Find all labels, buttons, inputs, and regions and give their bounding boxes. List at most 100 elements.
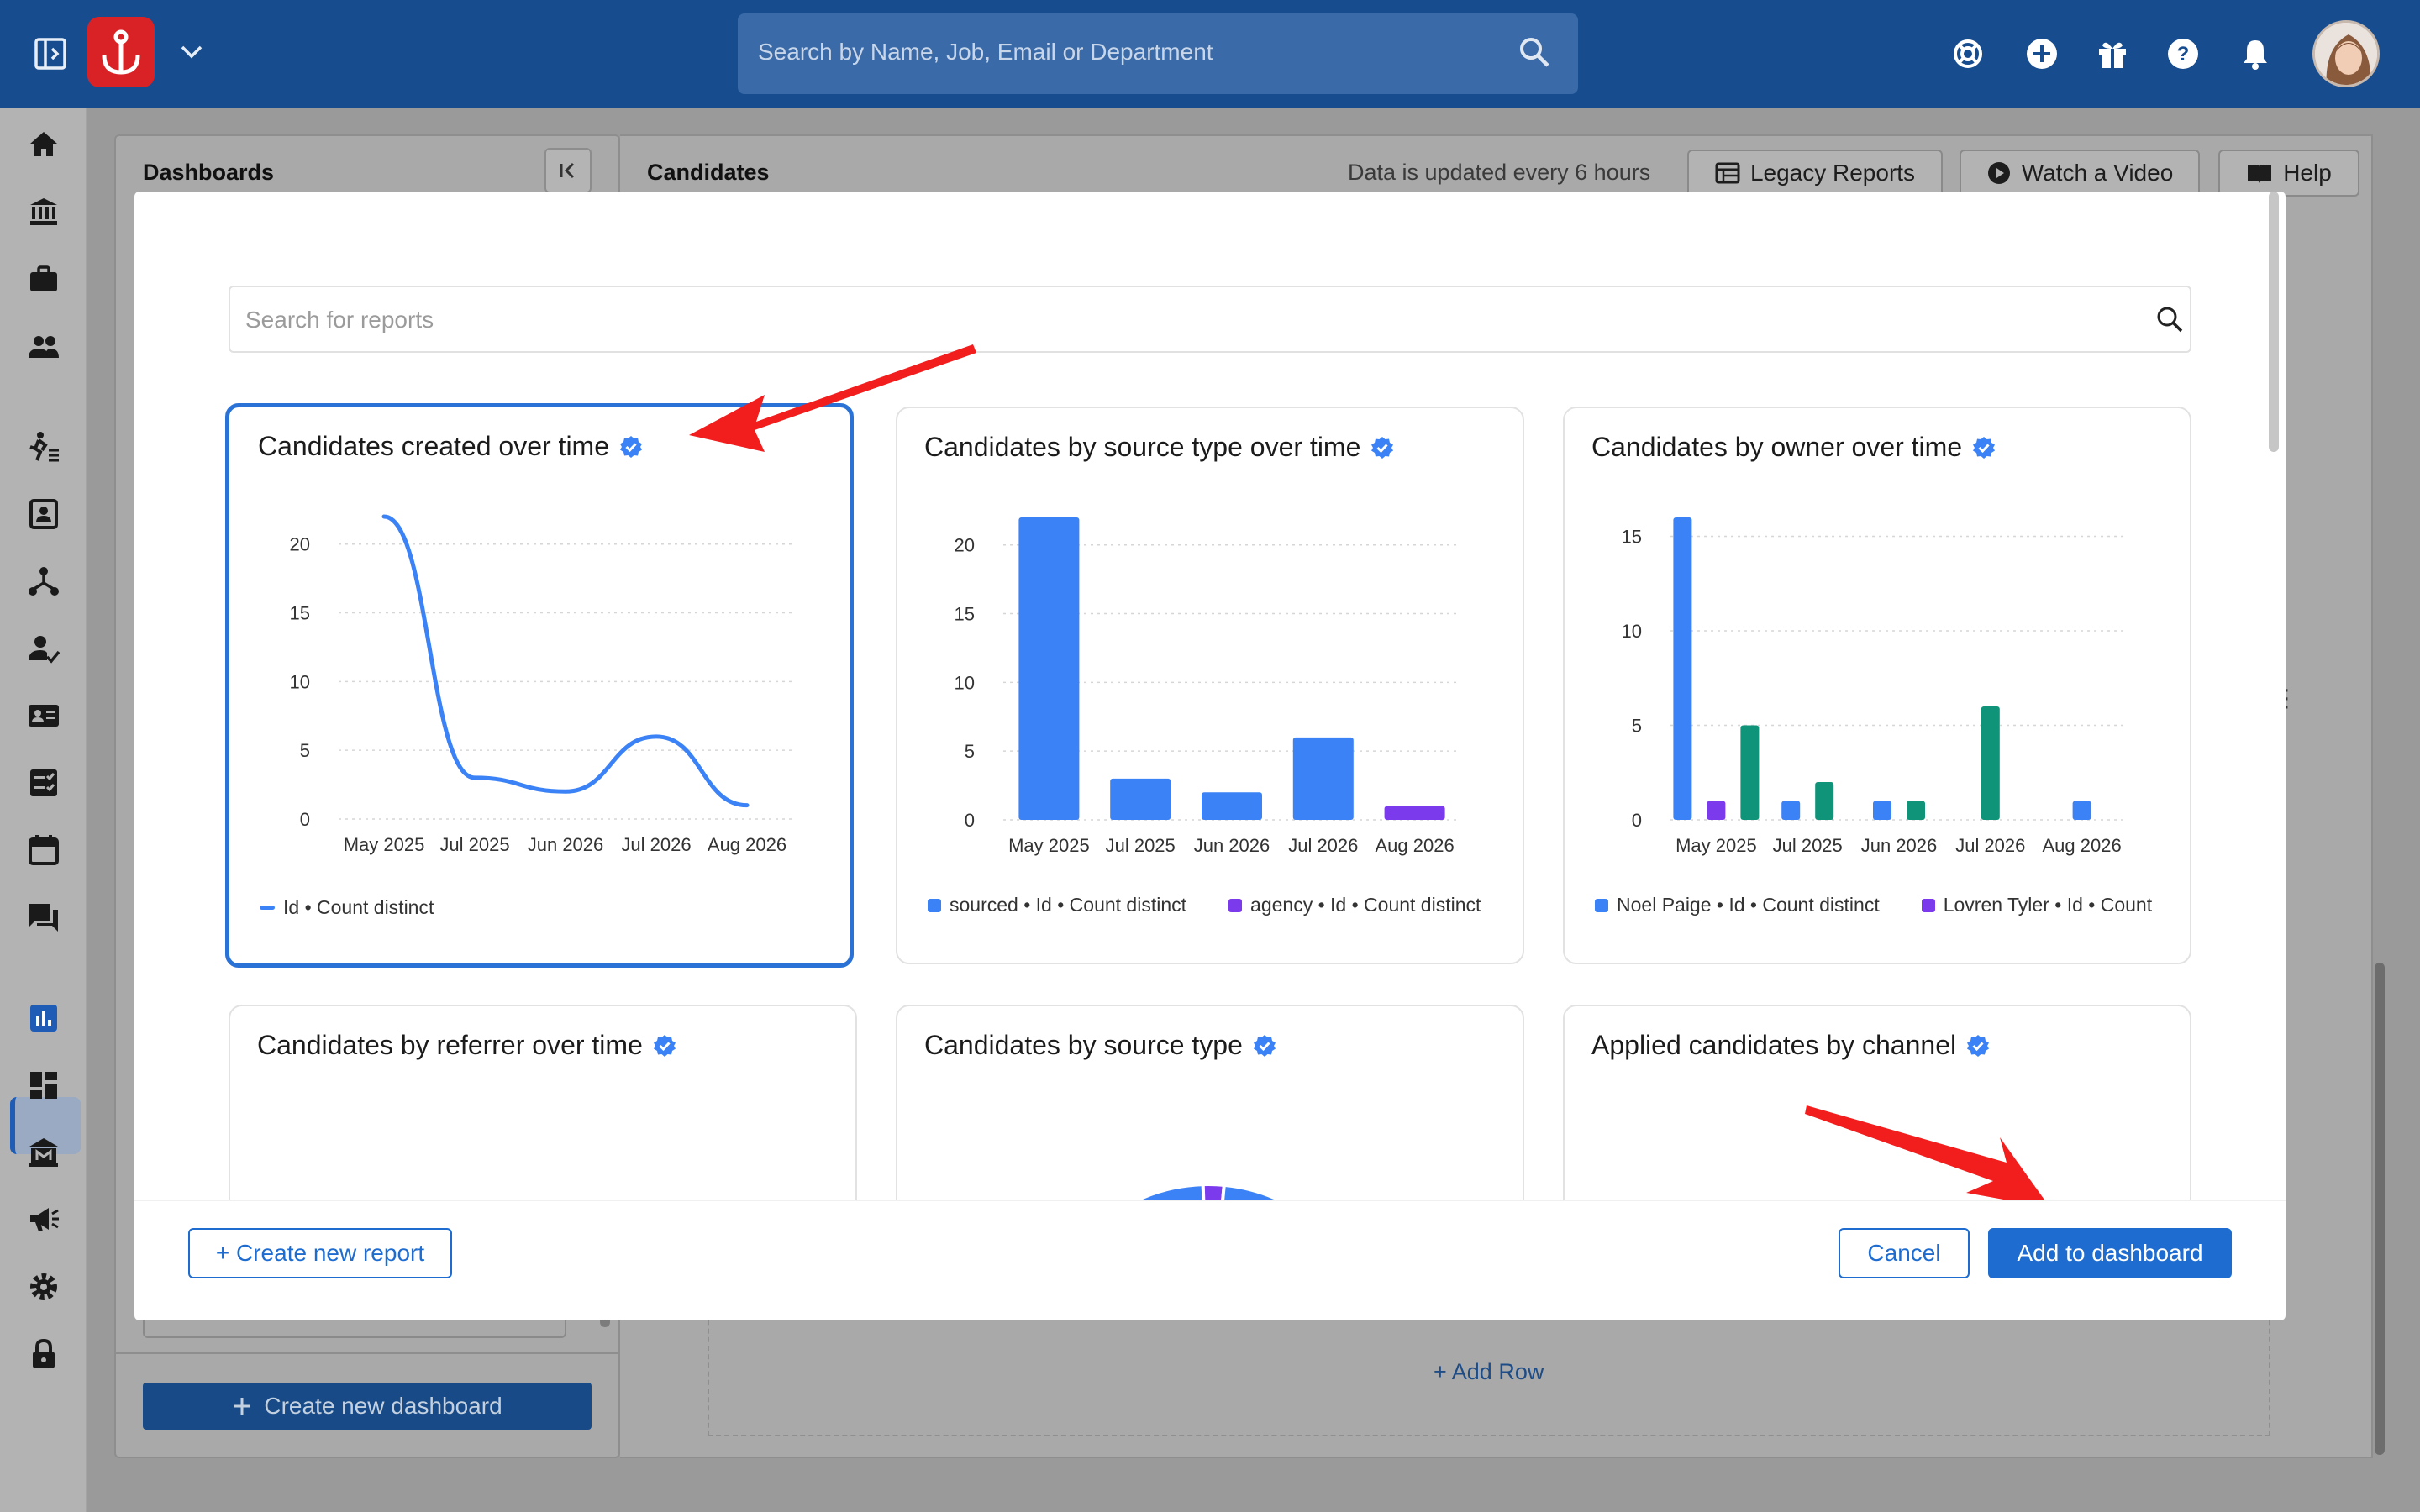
help-icon[interactable]: ? (2166, 37, 2200, 71)
donut-slice (1134, 1183, 1206, 1200)
top-bar: Search by Name, Job, Email or Department… (0, 0, 2420, 108)
reports-icon[interactable] (27, 1001, 60, 1035)
create-new-report-button[interactable]: + Create new report (188, 1228, 452, 1278)
report-card-candidates-created[interactable]: Candidates created over time 0 5 10 15 20 May… (225, 403, 854, 968)
y-tick-label: 5 (1632, 716, 1642, 737)
dashboard-icon[interactable] (27, 1068, 60, 1102)
x-tick-label: Jul 2025 (1773, 835, 1843, 856)
y-tick-label: 0 (1632, 810, 1642, 831)
bar (1292, 737, 1354, 820)
checklist-icon[interactable] (27, 766, 60, 800)
card-title-text: Applied candidates by channel (1591, 1030, 1957, 1060)
collapse-left-icon (560, 162, 575, 179)
y-tick-label: 15 (955, 604, 975, 625)
y-tick-label: 15 (1622, 527, 1642, 548)
legend-label: sourced • Id • Count distinct (950, 894, 1187, 916)
people-icon[interactable] (27, 329, 60, 363)
main-panel-title: Candidates (647, 160, 770, 185)
bar (1202, 792, 1262, 820)
create-dashboard-label: Create new dashboard (264, 1393, 502, 1419)
chart-source-type-over-time: 0 5 10 15 20 May 2025 Jul 2025 Jun 2026 Jul 2026… (955, 517, 1460, 856)
add-report-modal: Candidates created over time 0 5 10 15 20 May… (134, 192, 2286, 1320)
series-line (381, 514, 750, 808)
add-to-dashboard-button[interactable]: Add to dashboard (1988, 1228, 2232, 1278)
lock-icon[interactable] (27, 1337, 60, 1371)
table-icon (1715, 162, 1740, 184)
x-tick-label: Jul 2026 (621, 834, 691, 855)
watch-video-button[interactable]: Watch a Video (1960, 150, 2200, 197)
card-title: Candidates by source type over time (924, 432, 1394, 463)
support-icon[interactable] (1951, 37, 1985, 71)
add-row-link[interactable]: + Add Row (1434, 1359, 1544, 1385)
y-tick-label: 20 (290, 534, 310, 555)
y-tick-label: 0 (300, 809, 310, 830)
bell-icon[interactable] (2238, 37, 2272, 71)
contact-card-icon[interactable] (27, 497, 60, 531)
global-search-placeholder: Search by Name, Job, Email or Department (758, 39, 1213, 65)
main-scrollbar[interactable] (2375, 963, 2385, 1455)
card-title-text: Candidates created over time (258, 431, 609, 461)
report-card-owner-over-time[interactable]: Candidates by owner over time 0 5 10 15 May … (1563, 407, 2191, 964)
report-card-source-type-over-time[interactable]: Candidates by source type over time 0 5 10… (896, 407, 1524, 964)
legend-item: Id • Count distinct (260, 896, 434, 919)
help-label: Help (2283, 160, 2332, 186)
y-tick-label: 20 (955, 535, 975, 556)
plus-circle-icon[interactable] (2025, 37, 2059, 71)
home-icon[interactable] (27, 128, 60, 161)
bar (1018, 517, 1080, 820)
dashboards-title: Dashboards (143, 160, 275, 185)
avatar[interactable] (2312, 20, 2380, 87)
chevron-down-icon[interactable] (180, 44, 203, 60)
report-card-referrer-over-time[interactable]: Candidates by referrer over time (229, 1005, 857, 1200)
legacy-reports-button[interactable]: Legacy Reports (1687, 150, 1943, 197)
x-tick-label: May 2025 (344, 834, 425, 855)
person-check-icon[interactable] (27, 632, 60, 665)
x-tick-label: May 2025 (1008, 835, 1090, 856)
x-tick-label: Jul 2025 (439, 834, 509, 855)
museum-icon[interactable] (27, 1136, 60, 1169)
app-logo[interactable] (87, 17, 155, 87)
legend-label: Lovren Tyler • Id • Count (1943, 894, 2153, 916)
bar (1873, 801, 1891, 820)
calendar-icon[interactable] (27, 833, 60, 867)
runner-icon[interactable] (27, 430, 60, 464)
cancel-button[interactable]: Cancel (1839, 1228, 1970, 1278)
card-title: Candidates by source type (924, 1030, 1276, 1061)
collapse-panel-button[interactable] (544, 148, 592, 193)
card-title: Applied candidates by channel (1591, 1030, 1990, 1061)
card-title: Candidates created over time (258, 431, 643, 462)
briefcase-icon[interactable] (27, 262, 60, 296)
x-tick-label: Jul 2026 (1955, 835, 2025, 856)
update-note: Data is updated every 6 hours (1348, 160, 1651, 185)
hierarchy-icon[interactable] (27, 564, 60, 598)
watch-video-label: Watch a Video (2021, 160, 2174, 186)
x-tick-label: Aug 2026 (1375, 835, 1454, 856)
chart-source-type-donut (1134, 1183, 1282, 1200)
play-circle-icon (1987, 162, 2010, 184)
card-title-text: Candidates by owner over time (1591, 432, 1963, 462)
y-tick-label: 10 (290, 671, 310, 692)
report-card-source-type[interactable]: Candidates by source type (896, 1005, 1524, 1200)
chat-icon[interactable] (27, 900, 60, 934)
bar (1110, 778, 1171, 820)
megaphone-icon[interactable] (27, 1203, 60, 1236)
sidebar-toggle-icon[interactable] (34, 37, 67, 71)
id-card-icon[interactable] (27, 699, 60, 732)
chart-candidates-created: 0 5 10 15 20 May 2025 Jul 2025 Jun 2026 Jul 2026… (290, 514, 792, 855)
create-dashboard-button[interactable]: Create new dashboard (143, 1383, 592, 1430)
bank-icon[interactable] (27, 195, 60, 228)
y-tick-label: 5 (300, 740, 310, 761)
chart-legend: Noel Paige • Id • Count distinct Lovren … (1595, 894, 2152, 916)
card-title: Candidates by owner over time (1591, 432, 1996, 463)
help-button[interactable]: Help (2218, 150, 2360, 197)
legend-item: agency • Id • Count distinct (1228, 894, 1481, 916)
global-search-input[interactable]: Search by Name, Job, Email or Department (738, 13, 1578, 94)
gift-icon[interactable] (2096, 37, 2129, 71)
divider (114, 1352, 620, 1354)
settings-icon[interactable] (27, 1270, 60, 1304)
search-icon[interactable] (1518, 35, 1551, 69)
verified-badge-icon (1973, 436, 1996, 459)
legend-swatch (1595, 898, 1608, 912)
legend-label: Id • Count distinct (283, 896, 434, 918)
legend-swatch (260, 906, 275, 910)
